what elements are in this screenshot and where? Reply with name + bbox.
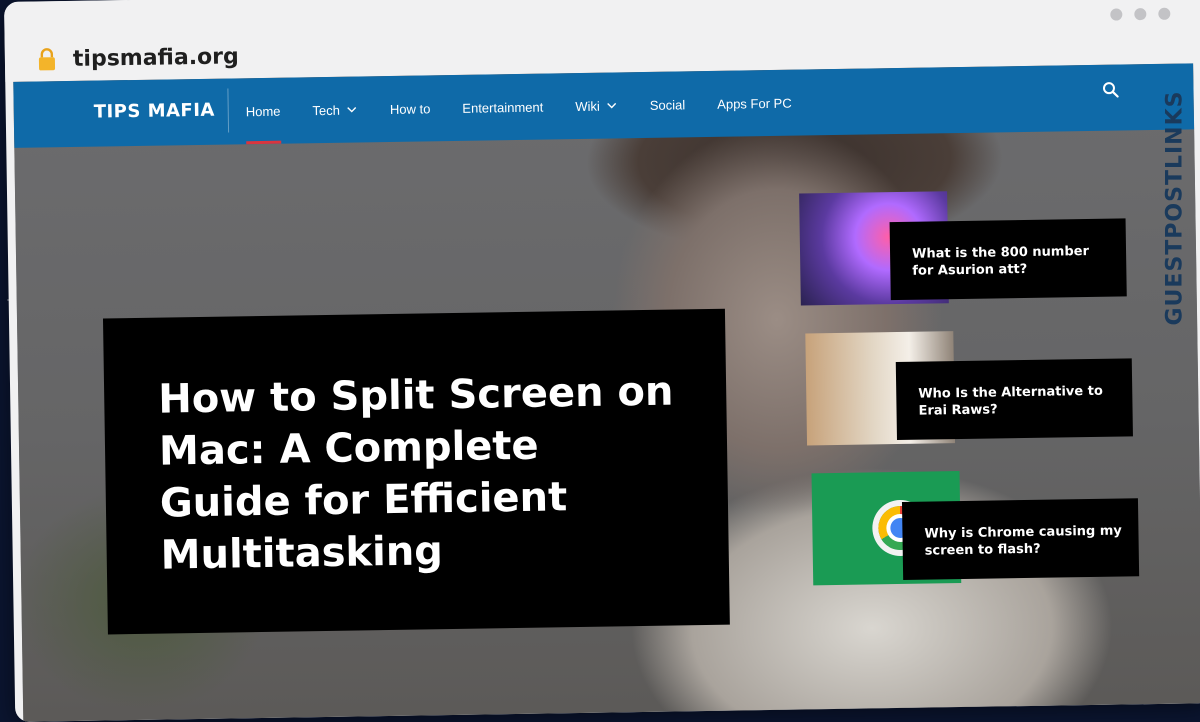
nav-item-label: Wiki: [575, 98, 600, 114]
nav-item-apps-for-pc[interactable]: Apps For PC: [717, 70, 792, 137]
featured-post-title[interactable]: How to Split Screen on Mac: A Complete G…: [158, 365, 681, 581]
nav-item-label: Social: [649, 96, 686, 113]
nav-item-home[interactable]: Home: [245, 78, 281, 145]
nav-item-label: How to: [389, 100, 431, 117]
chevron-down-icon: [607, 102, 617, 109]
post-caption-box: What is the 800 number for Asurion att?: [889, 218, 1127, 301]
nav-item-label: Entertainment: [462, 99, 544, 116]
search-icon[interactable]: [1101, 80, 1119, 98]
post-title[interactable]: Why is Chrome causing my screen to flash…: [924, 522, 1127, 559]
post-title[interactable]: What is the 800 number for Asurion att?: [912, 243, 1115, 280]
window-dot[interactable]: [1158, 7, 1171, 20]
nav-item-label: Home: [245, 103, 281, 119]
nav-item-wiki[interactable]: Wiki: [575, 72, 619, 139]
post-caption-box: Who Is the Alternative to Erai Raws?: [895, 358, 1133, 441]
nav-divider: [227, 88, 230, 133]
nav-item-tech[interactable]: Tech: [312, 76, 358, 143]
browser-window: tipsmafia.org TIPS MAFIA Home Tech How t…: [4, 0, 1200, 722]
guestpostlinks-watermark: GUESTPOSTLINKS: [1158, 58, 1192, 358]
nav-item-entertainment[interactable]: Entertainment: [462, 74, 544, 141]
watermark-text: GUESTPOSTLINKS: [1162, 90, 1188, 326]
main-nav: Home Tech How to Entertainment Wiki Soci…: [245, 70, 792, 145]
chevron-down-icon: [347, 106, 357, 113]
window-dot[interactable]: [1134, 8, 1147, 21]
window-controls: [1110, 7, 1171, 21]
nav-item-social[interactable]: Social: [649, 71, 686, 138]
nav-item-label: Apps For PC: [717, 95, 792, 112]
post-caption-box: Why is Chrome causing my screen to flash…: [901, 498, 1140, 580]
nav-item-label: Tech: [312, 102, 341, 118]
site-logo[interactable]: TIPS MAFIA: [94, 100, 215, 123]
url-text[interactable]: tipsmafia.org: [73, 44, 239, 72]
window-dot[interactable]: [1110, 8, 1123, 21]
nav-item-how-to[interactable]: How to: [389, 75, 431, 142]
website-viewport: TIPS MAFIA Home Tech How to Entertainmen…: [13, 63, 1200, 722]
featured-post[interactable]: How to Split Screen on Mac: A Complete G…: [102, 308, 730, 635]
lock-icon: [38, 48, 56, 71]
post-title[interactable]: Who Is the Alternative to Erai Raws?: [918, 383, 1121, 420]
